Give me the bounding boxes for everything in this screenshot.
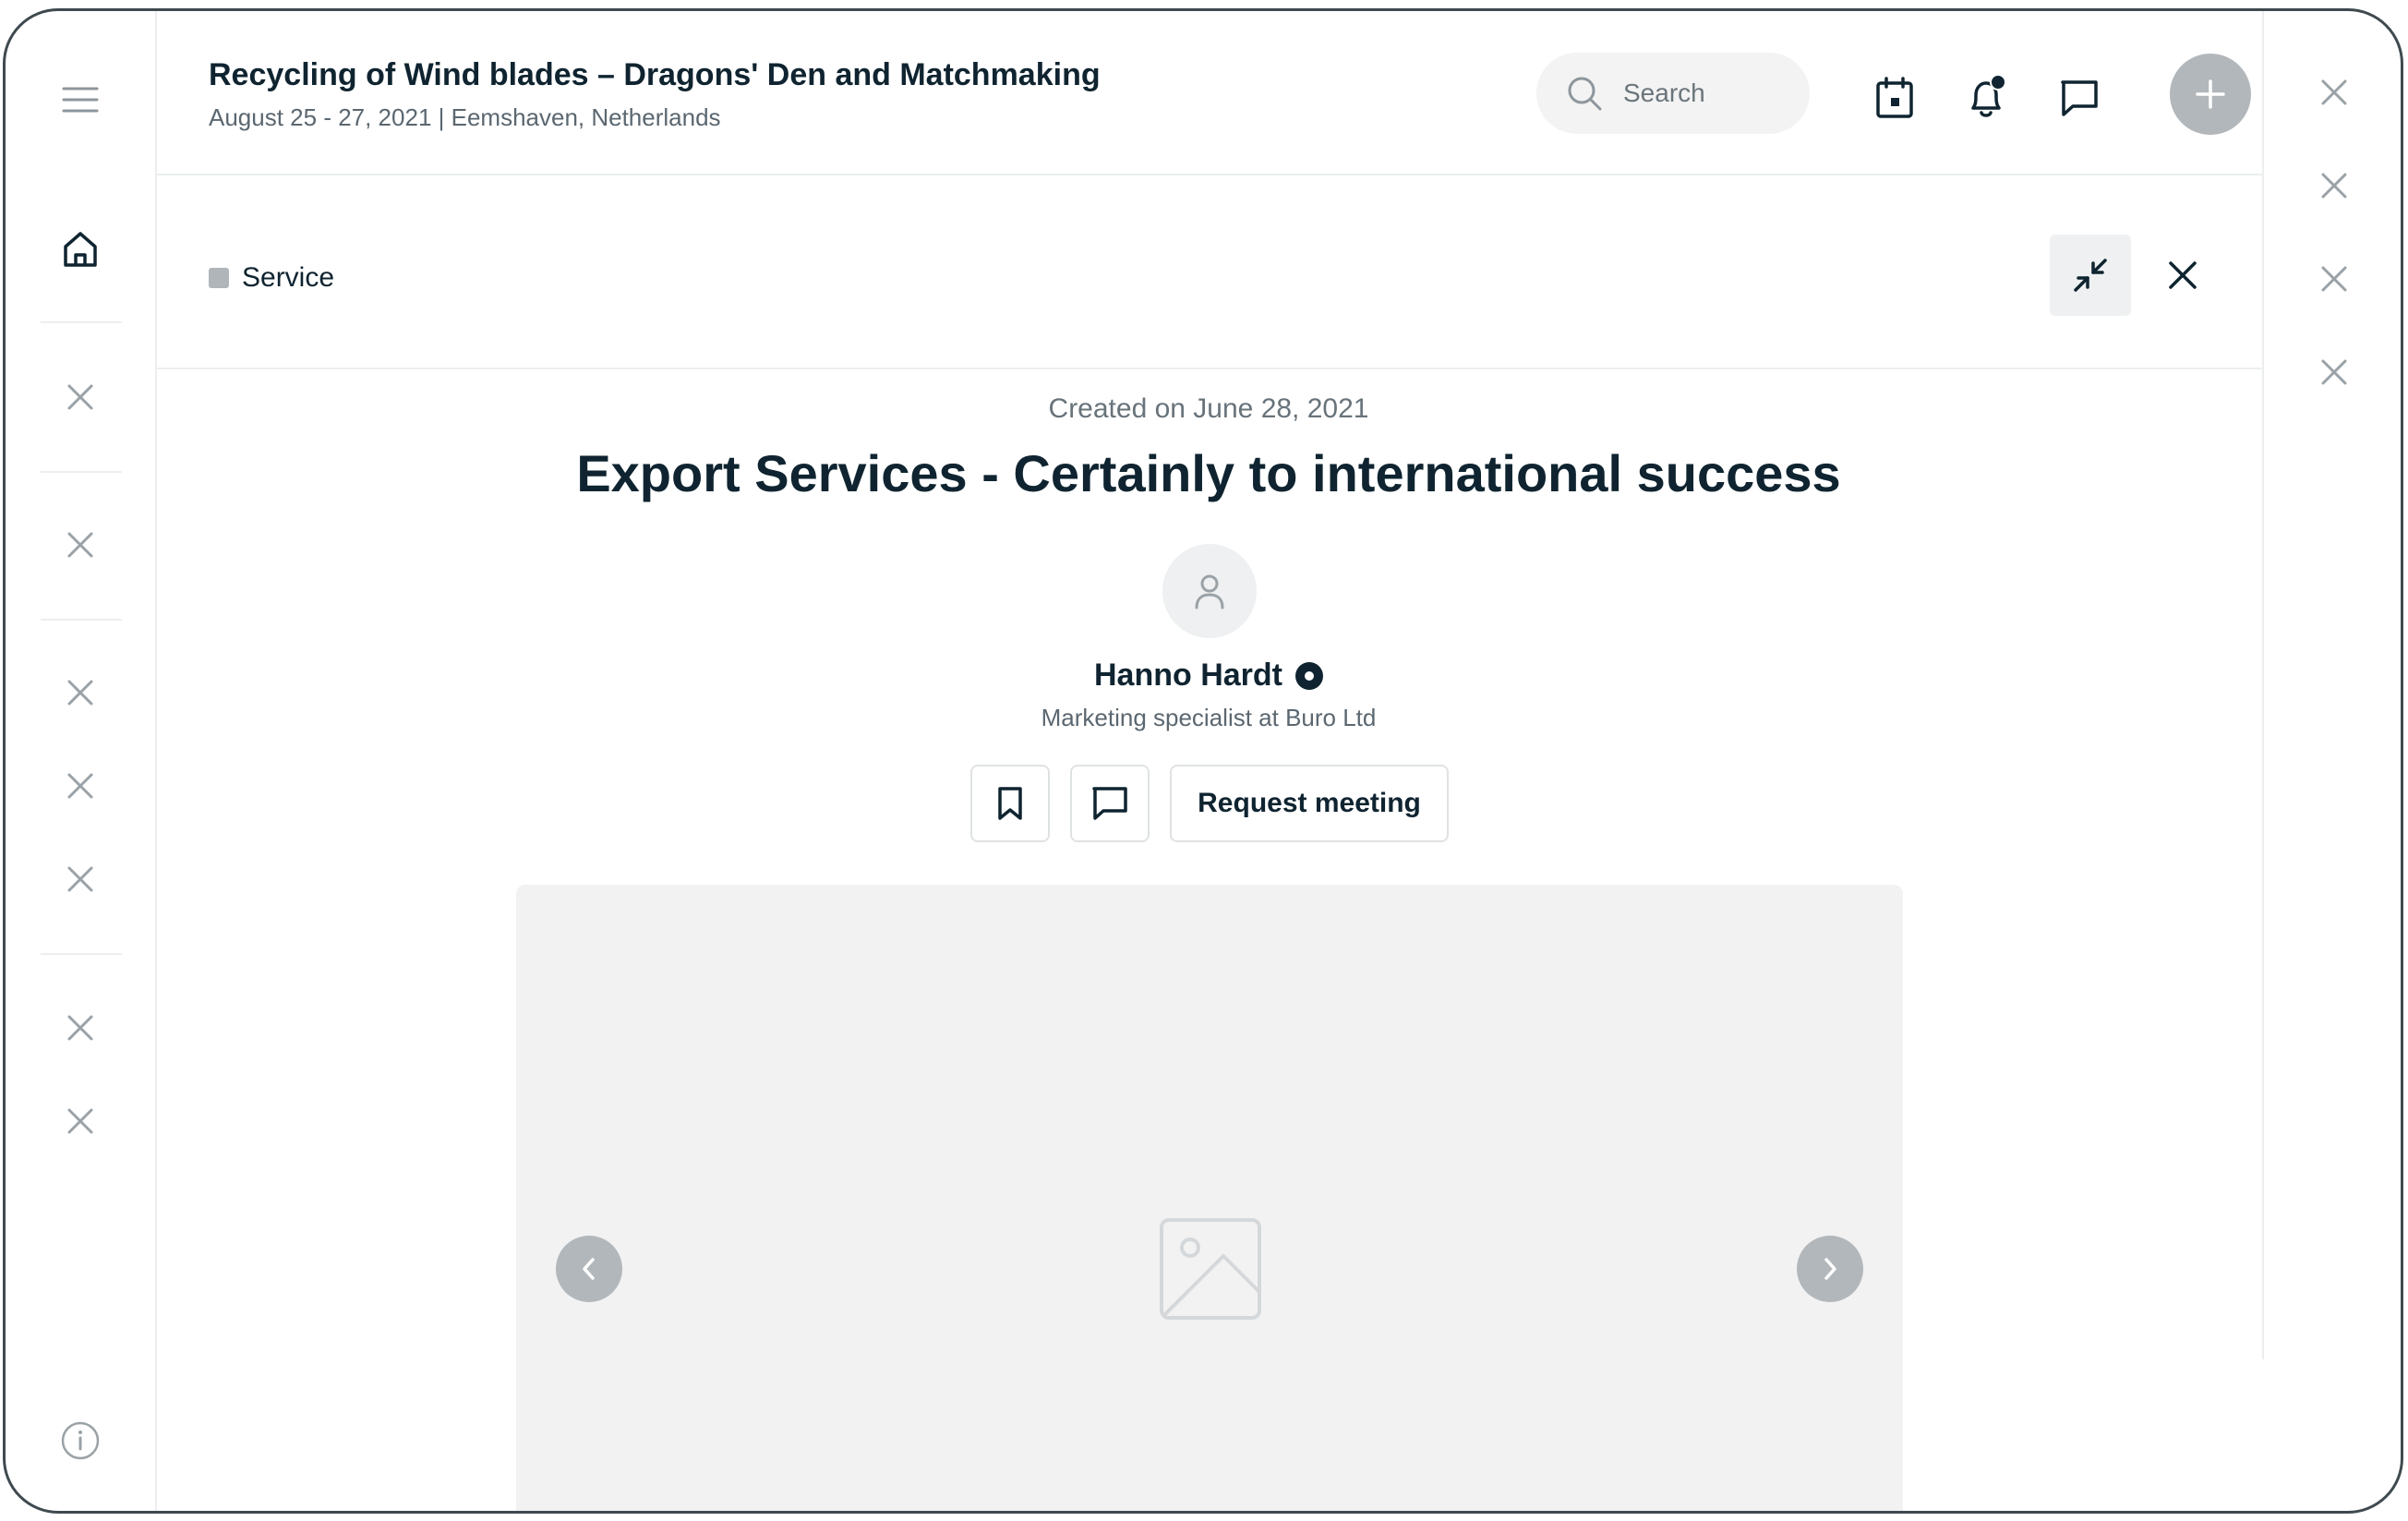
close-icon[interactable] xyxy=(6,656,155,730)
close-icon[interactable] xyxy=(2312,163,2356,208)
collapse-icon xyxy=(2074,259,2107,292)
close-icon[interactable] xyxy=(2312,350,2356,394)
message-button[interactable] xyxy=(1070,765,1150,842)
calendar-icon[interactable] xyxy=(1871,74,1919,122)
carousel-prev-button[interactable] xyxy=(556,1236,622,1302)
search-box[interactable]: Search xyxy=(1536,53,1810,134)
left-sidebar xyxy=(6,11,157,1511)
chevron-right-icon xyxy=(1824,1258,1836,1280)
image-carousel[interactable] xyxy=(516,885,1903,1511)
search-icon xyxy=(1564,73,1605,114)
bookmark-button[interactable] xyxy=(970,765,1050,842)
close-icon[interactable] xyxy=(6,991,155,1065)
close-icon[interactable] xyxy=(2312,257,2356,301)
bell-icon[interactable] xyxy=(1963,74,2011,122)
author-role: Marketing specialist at Buro Ltd xyxy=(1041,704,1377,731)
menu-icon[interactable] xyxy=(6,63,155,137)
request-meeting-button[interactable]: Request meeting xyxy=(1170,765,1449,842)
tag-swatch xyxy=(209,268,229,288)
image-placeholder-icon xyxy=(1159,1217,1262,1321)
detail-panel: Service Created on June 28, 2021 Export … xyxy=(155,174,2262,1511)
app-window: Recycling of Wind blades – Dragons' Den … xyxy=(3,8,2403,1514)
close-icon[interactable] xyxy=(6,360,155,434)
author-name[interactable]: Hanno Hardt xyxy=(1094,658,1282,694)
close-icon xyxy=(2169,261,2197,289)
close-icon[interactable] xyxy=(6,842,155,916)
tag-label: Service xyxy=(242,262,335,293)
close-icon[interactable] xyxy=(6,508,155,582)
close-panel-button[interactable] xyxy=(2155,247,2210,303)
event-title: Recycling of Wind blades – Dragons' Den … xyxy=(209,57,1101,92)
right-panel-stack xyxy=(2262,11,2401,1359)
collapse-button[interactable] xyxy=(2050,235,2131,316)
chat-icon[interactable] xyxy=(2055,74,2103,122)
user-icon xyxy=(1195,574,1224,610)
service-title: Export Services - Certainly to internati… xyxy=(576,444,1841,502)
carousel-next-button[interactable] xyxy=(1797,1236,1863,1302)
top-header: Recycling of Wind blades – Dragons' Den … xyxy=(155,11,2262,175)
created-date: Created on June 28, 2021 xyxy=(1048,393,1369,424)
avatar[interactable] xyxy=(1162,544,1257,638)
category-tag: Service xyxy=(209,262,334,294)
chevron-left-icon xyxy=(583,1258,595,1280)
info-icon[interactable] xyxy=(6,1404,155,1478)
close-icon[interactable] xyxy=(6,1084,155,1158)
home-icon[interactable] xyxy=(6,212,155,286)
close-icon[interactable] xyxy=(6,749,155,823)
search-input[interactable]: Search xyxy=(1623,78,1705,108)
chat-icon xyxy=(1092,787,1127,820)
verified-badge-icon xyxy=(1295,661,1323,690)
panel-toolbar: Service xyxy=(155,174,2262,369)
plus-icon[interactable] xyxy=(2170,54,2251,135)
close-icon[interactable] xyxy=(2312,70,2356,115)
bookmark-icon xyxy=(998,787,1022,820)
author-row: Hanno Hardt xyxy=(155,658,2262,694)
event-subtitle: August 25 - 27, 2021 | Eemshaven, Nether… xyxy=(209,103,721,131)
